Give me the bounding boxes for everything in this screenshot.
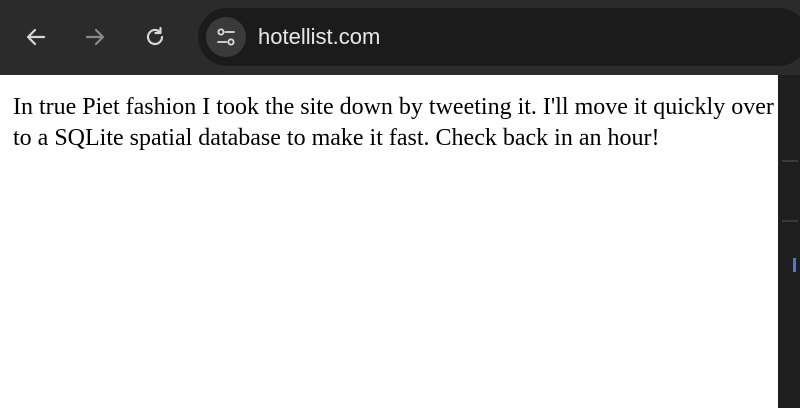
browser-toolbar: hotellist.com (0, 0, 800, 75)
edge-divider (782, 160, 798, 162)
reload-icon (146, 26, 164, 46)
edge-divider (782, 220, 798, 222)
arrow-right-icon (85, 28, 105, 46)
edge-accent (793, 258, 796, 272)
site-info-button[interactable] (206, 17, 246, 57)
page-message: In true Piet fashion I took the site dow… (13, 94, 774, 151)
window-edge (778, 75, 800, 408)
back-button[interactable] (19, 20, 53, 54)
reload-button[interactable] (138, 20, 172, 54)
forward-button[interactable] (78, 20, 112, 54)
page-content: In true Piet fashion I took the site dow… (0, 75, 778, 408)
tune-icon (217, 28, 235, 46)
arrow-left-icon (26, 28, 46, 46)
url-text[interactable]: hotellist.com (258, 22, 380, 52)
